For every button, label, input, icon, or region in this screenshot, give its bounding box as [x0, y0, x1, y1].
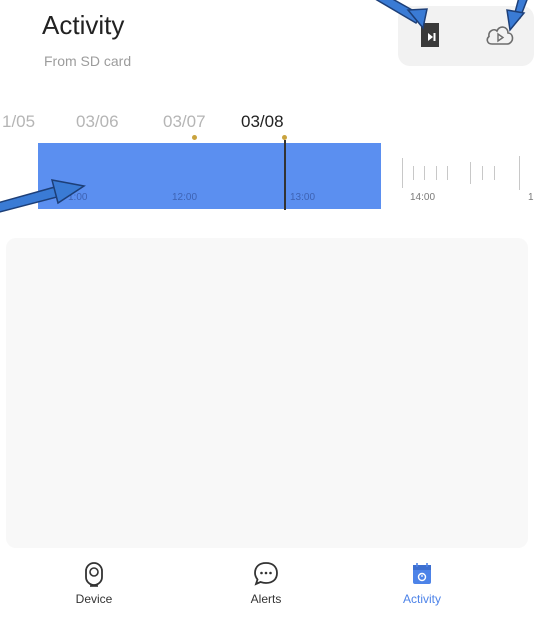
source-toggle: [398, 6, 534, 66]
activity-screen: Activity From SD card 1/05 03/06 03/07 0…: [0, 0, 534, 619]
page-title: Activity: [42, 10, 125, 40]
tab-label: Alerts: [250, 592, 282, 606]
recording-timeline[interactable]: 1:00 12:00 13:00 14:00 1: [0, 140, 534, 212]
timeline-tick: [519, 156, 520, 190]
timeline-tick: [402, 158, 403, 188]
date-item[interactable]: 1/05: [2, 112, 35, 132]
timeline-tick: [470, 162, 471, 184]
tick-label: 12:00: [172, 192, 198, 203]
playhead[interactable]: [284, 140, 286, 210]
tab-alerts[interactable]: Alerts: [216, 560, 316, 616]
tab-label: Activity: [402, 592, 441, 606]
tick-label: 14:00: [410, 192, 436, 203]
timeline-tick: [436, 166, 437, 180]
timeline-tick: [494, 166, 495, 180]
cloud-button[interactable]: [472, 12, 528, 58]
tick-label: 13:00: [290, 192, 316, 203]
cloud-play-icon: [486, 26, 514, 45]
sd-card-button[interactable]: [402, 12, 458, 58]
sd-card-icon: [421, 23, 439, 47]
camera-icon: [85, 562, 103, 587]
recorded-segment[interactable]: [38, 143, 381, 209]
date-item[interactable]: 03/06: [76, 112, 119, 132]
tick-label: 1: [528, 192, 534, 203]
date-strip: 1/05 03/06 03/07 03/08: [0, 112, 534, 140]
tab-device[interactable]: Device: [44, 560, 144, 616]
chat-bubble-icon: [254, 562, 278, 586]
calendar-icon: [413, 563, 431, 584]
clip-list-area: [6, 238, 528, 548]
tab-activity[interactable]: Activity: [372, 560, 472, 616]
date-item[interactable]: 03/07: [163, 112, 206, 132]
timeline-tick: [424, 166, 425, 180]
timeline-tick: [482, 166, 483, 180]
tick-label: 1:00: [68, 192, 88, 203]
date-item-selected[interactable]: 03/08: [241, 112, 284, 132]
tab-label: Device: [75, 592, 113, 606]
timeline-tick: [413, 166, 414, 180]
page-subtitle: From SD card: [44, 53, 132, 69]
timeline-tick: [447, 166, 448, 180]
bottom-tab-bar: Device Alerts Activity: [0, 552, 534, 619]
